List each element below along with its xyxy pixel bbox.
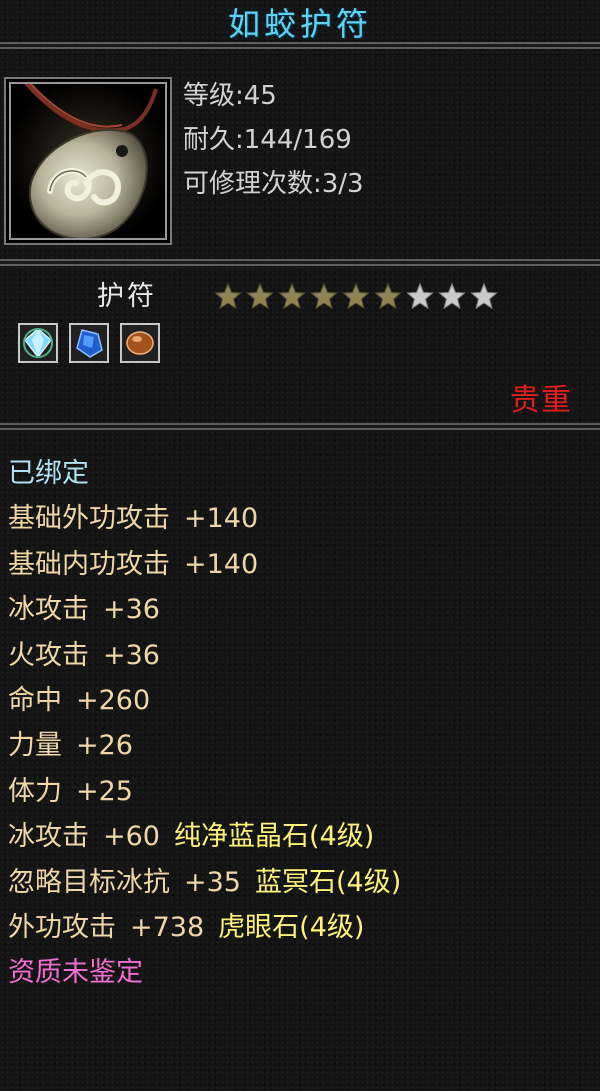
star-filled-icon (214, 282, 242, 310)
diamond-gem-icon (23, 328, 53, 359)
gem-attribute-line: 外功攻击 +738 虎眼石(4级) (8, 905, 401, 950)
item-name: 如蛟护符 (227, 5, 372, 43)
attribute-value: +25 (76, 775, 133, 807)
attributes-divider (0, 423, 600, 430)
attribute-line: 命中 +260 (8, 678, 401, 723)
star-filled-icon (310, 282, 338, 310)
gem-attribute-line: 忽略目标冰抗 +35 蓝冥石(4级) (8, 860, 401, 905)
attribute-value: +738 (130, 911, 205, 943)
attribute-value: +36 (103, 639, 160, 671)
star-filled-icon (342, 282, 370, 310)
item-repair-count: 可修理次数:3/3 (183, 169, 364, 199)
gem-attribute-line: 冰攻击 +60 纯净蓝晶石(4级) (8, 814, 401, 859)
attribute-value: +60 (103, 821, 160, 853)
star-empty-icon (406, 282, 434, 310)
gem-name: 纯净蓝晶石(4级) (173, 821, 375, 853)
title-divider (0, 42, 600, 49)
stats-divider (0, 259, 600, 266)
attribute-value: +140 (184, 503, 259, 535)
rarity-label: 贵重 (510, 383, 572, 418)
star-filled-icon (278, 282, 306, 310)
attribute-value: +35 (184, 866, 241, 898)
item-tooltip: 如蛟护符 等级:45 耐久:144/169 可修理次数:3/3 护符 贵重 已绑… (0, 0, 600, 1091)
attribute-label: 基础外功攻击 (8, 503, 170, 535)
attribute-label: 冰攻击 (8, 594, 89, 626)
attribute-line: 火攻击 +36 (8, 633, 401, 678)
attribute-list: 已绑定 基础外功攻击 +140 基础内功攻击 +140 冰攻击 +36 火攻击 +36 … (8, 451, 401, 996)
blue-crystal-gem-icon (76, 329, 103, 358)
attribute-value: +260 (76, 684, 151, 716)
gem-name: 虎眼石(4级) (218, 911, 365, 943)
attribute-value: +26 (76, 730, 133, 762)
item-durability: 耐久:144/169 (183, 125, 352, 155)
jade-amulet-icon (6, 79, 170, 243)
attribute-label: 体力 (8, 775, 62, 807)
attribute-label: 命中 (8, 684, 62, 716)
star-filled-icon (374, 282, 402, 310)
attribute-label: 力量 (8, 730, 62, 762)
star-empty-icon (438, 282, 466, 310)
star-empty-icon (470, 282, 498, 310)
attribute-line: 体力 +25 (8, 769, 401, 814)
attribute-label: 冰攻击 (8, 821, 89, 853)
tiger-eye-gem-icon (126, 331, 154, 355)
attribute-line: 冰攻击 +36 (8, 587, 401, 632)
attribute-value: +140 (184, 548, 259, 580)
attribute-value: +36 (103, 594, 160, 626)
item-level: 等级:45 (183, 81, 277, 111)
item-icon-frame[interactable] (4, 77, 172, 245)
gem-sockets (18, 323, 171, 363)
attribute-label: 忽略目标冰抗 (8, 866, 170, 898)
quality-status: 资质未鉴定 (8, 957, 143, 989)
gem-slot-3[interactable] (120, 323, 160, 363)
gem-name: 蓝冥石(4级) (254, 866, 402, 898)
gem-slot-1[interactable] (18, 323, 58, 363)
item-type: 护符 (97, 281, 157, 312)
attribute-line: 基础外功攻击 +140 (8, 496, 401, 541)
attribute-label: 火攻击 (8, 639, 89, 671)
attribute-line: 力量 +26 (8, 723, 401, 768)
attribute-label: 外功攻击 (8, 911, 116, 943)
bound-status: 已绑定 (8, 458, 89, 489)
attribute-label: 基础内功攻击 (8, 548, 170, 580)
gem-slot-2[interactable] (69, 323, 109, 363)
item-base-stats: 等级:45 耐久:144/169 可修理次数:3/3 (183, 74, 364, 206)
star-filled-icon (246, 282, 274, 310)
star-rating (212, 282, 500, 310)
attribute-line: 基础内功攻击 +140 (8, 542, 401, 587)
